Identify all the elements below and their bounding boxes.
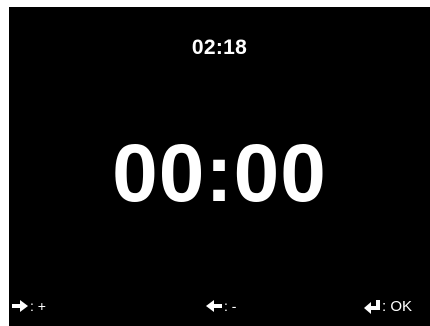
display-screen: 02:18 00:00 : + : - : OK (9, 7, 430, 326)
current-time: 02:18 (191, 36, 248, 59)
hint-decrement-label: : - (224, 298, 237, 314)
hint-decrement: : - (206, 299, 236, 313)
hint-increment-label: : + (30, 298, 46, 314)
timer-value: 00:00 (112, 128, 327, 219)
hint-increment: : + (12, 299, 46, 313)
enter-icon (364, 299, 380, 314)
arrow-right-icon (12, 300, 28, 312)
hint-confirm: : OK (364, 299, 412, 314)
hint-confirm-label: : OK (382, 298, 413, 315)
arrow-left-icon (206, 300, 222, 312)
